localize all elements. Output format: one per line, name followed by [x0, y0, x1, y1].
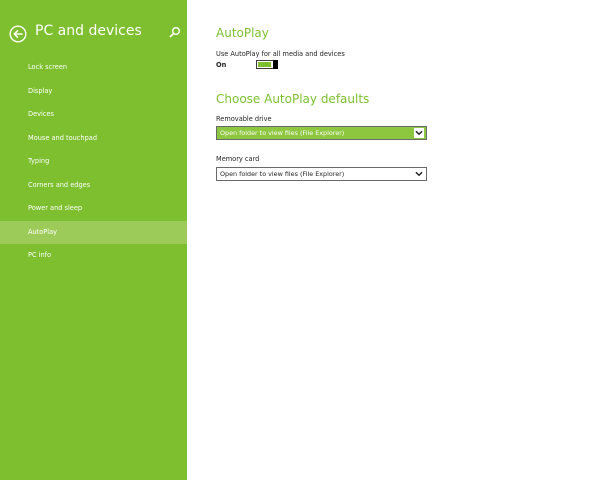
chevron-down-icon [415, 171, 423, 176]
sidebar-item-corners-and-edges[interactable]: Corners and edges [0, 174, 187, 198]
sidebar-item-devices[interactable]: Devices [0, 103, 187, 127]
sidebar-item-display[interactable]: Display [0, 80, 187, 104]
autoplay-toggle-label: Use AutoPlay for all media and devices [216, 50, 345, 58]
sidebar-item-lock-screen[interactable]: Lock screen [0, 56, 187, 80]
removable-drive-select[interactable]: Open folder to view files (File Explorer… [216, 126, 427, 140]
autoplay-toggle-state: On [216, 61, 227, 69]
sidebar-item-autoplay[interactable]: AutoPlay [0, 220, 187, 244]
sidebar-item-pc-info[interactable]: PC info [0, 244, 187, 268]
autoplay-toggle[interactable] [256, 60, 278, 69]
sidebar-item-power-and-sleep[interactable]: Power and sleep [0, 197, 187, 221]
toggle-thumb[interactable] [273, 60, 278, 69]
memory-card-value: Open folder to view files (File Explorer… [220, 170, 345, 178]
sidebar-header: PC and devices [9, 23, 181, 44]
memory-card-select[interactable]: Open folder to view files (File Explorer… [216, 167, 427, 181]
page-title: AutoPlay [216, 26, 269, 40]
toggle-fill [258, 62, 271, 67]
sidebar-title: PC and devices [35, 23, 142, 39]
search-icon[interactable] [169, 26, 181, 38]
sidebar: PC and devices Lock screen Display Devic… [0, 0, 187, 480]
removable-drive-value: Open folder to view files (File Explorer… [220, 129, 345, 137]
sidebar-item-typing[interactable]: Typing [0, 150, 187, 174]
back-arrow-icon[interactable] [9, 25, 27, 43]
memory-card-label: Memory card [216, 155, 260, 163]
chevron-down-icon [414, 128, 424, 138]
sidebar-item-mouse-and-touchpad[interactable]: Mouse and touchpad [0, 127, 187, 151]
defaults-section-title: Choose AutoPlay defaults [216, 92, 370, 106]
sidebar-nav: Lock screen Display Devices Mouse and to… [0, 56, 187, 268]
removable-drive-label: Removable drive [216, 115, 272, 123]
